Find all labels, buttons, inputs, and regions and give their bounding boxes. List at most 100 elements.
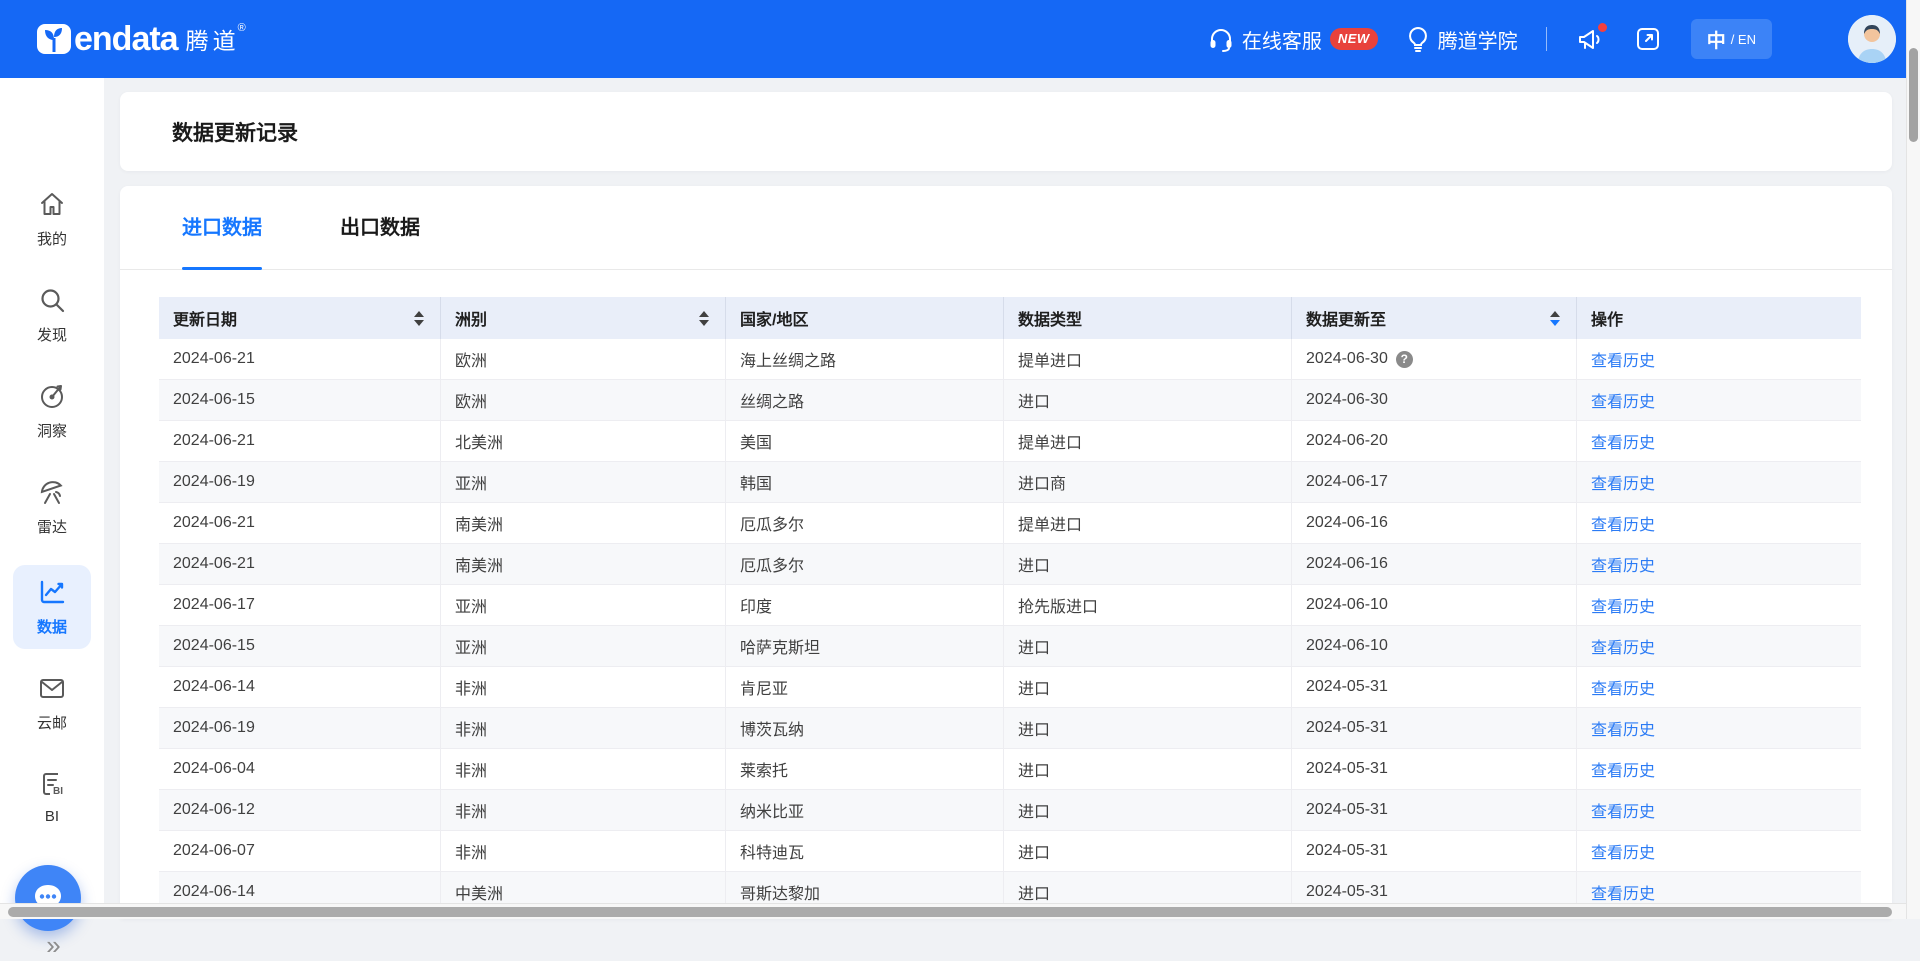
column-header-洲别[interactable]: 洲别	[441, 297, 726, 339]
tab-export-data[interactable]: 出口数据	[340, 186, 420, 270]
cell-text: 印度	[740, 593, 772, 617]
sidebar-item-label: 雷达	[13, 516, 91, 537]
sidebar-item-雷达[interactable]: 雷达	[13, 478, 91, 537]
view-history-link[interactable]: 查看历史	[1591, 552, 1655, 576]
view-history-link[interactable]: 查看历史	[1591, 675, 1655, 699]
cell-data-type: 进口	[1004, 790, 1292, 830]
cell-text: 2024-06-15	[173, 637, 255, 655]
cell-country: 哈萨克斯坦	[726, 626, 1004, 666]
column-header-更新日期[interactable]: 更新日期	[159, 297, 441, 339]
view-history-link[interactable]: 查看历史	[1591, 347, 1655, 371]
view-history-link[interactable]: 查看历史	[1591, 470, 1655, 494]
sidebar-item-label: BI	[13, 808, 91, 825]
fullscreen-button[interactable]	[1633, 24, 1663, 54]
cell-text: 欧洲	[455, 388, 487, 412]
table-row: 2024-06-04非洲莱索托进口2024-05-31查看历史	[159, 749, 1861, 790]
cell-country: 厄瓜多尔	[726, 544, 1004, 584]
view-history-link[interactable]: 查看历史	[1591, 634, 1655, 658]
cell-text: 中美洲	[455, 880, 503, 904]
cell-country: 科特迪瓦	[726, 831, 1004, 871]
logo-text-en: endata	[74, 20, 178, 59]
cell-text: 2024-06-17	[173, 596, 255, 614]
data-records-card: 进口数据 出口数据 更新日期洲别国家/地区数据类型数据更新至操作 2024-06…	[120, 186, 1892, 919]
cell-action: 查看历史	[1577, 503, 1861, 543]
cell-data-type: 进口	[1004, 626, 1292, 666]
cell-country: 印度	[726, 585, 1004, 625]
cell-text: 提单进口	[1018, 511, 1082, 535]
chat-support-button[interactable]	[15, 865, 81, 931]
cell-text: 纳米比亚	[740, 798, 804, 822]
sort-arrows[interactable]	[414, 311, 424, 326]
vertical-scrollbar-thumb[interactable]	[1909, 48, 1918, 142]
data-chart-icon	[38, 593, 66, 610]
sidebar-expand-chevrons[interactable]: »	[0, 930, 104, 961]
cell-text: 2024-06-10	[1306, 596, 1388, 614]
cell-updated-to: 2024-06-30?	[1292, 339, 1577, 379]
cell-action: 查看历史	[1577, 667, 1861, 707]
cell-data-type: 提单进口	[1004, 421, 1292, 461]
cell-text: 非洲	[455, 757, 487, 781]
cell-country: 韩国	[726, 462, 1004, 502]
cell-text: 丝绸之路	[740, 388, 804, 412]
cell-text: 2024-06-15	[173, 391, 255, 409]
cell-text: 2024-06-07	[173, 842, 255, 860]
cell-text: 肯尼亚	[740, 675, 788, 699]
cell-updated-to: 2024-06-10	[1292, 626, 1577, 666]
cell-text: 进口	[1018, 716, 1050, 740]
sidebar-item-我的[interactable]: 我的	[13, 190, 91, 249]
view-history-link[interactable]: 查看历史	[1591, 388, 1655, 412]
sidebar-item-BI[interactable]: BI BI	[13, 770, 91, 825]
cell-country: 莱索托	[726, 749, 1004, 789]
cell-text: 2024-06-21	[173, 432, 255, 450]
view-history-link[interactable]: 查看历史	[1591, 511, 1655, 535]
online-service-nav[interactable]: 在线客服 NEW	[1208, 25, 1378, 54]
expand-icon	[1635, 26, 1661, 52]
cell-text: 进口	[1018, 634, 1050, 658]
sort-arrows[interactable]	[1550, 311, 1560, 326]
academy-nav[interactable]: 腾道学院	[1406, 25, 1518, 54]
sort-ascending-icon	[699, 311, 709, 317]
home-icon	[38, 205, 66, 222]
sidebar-item-数据[interactable]: 数据	[13, 565, 91, 649]
cell-update-date: 2024-06-19	[159, 708, 441, 748]
announcement-button[interactable]	[1575, 24, 1605, 54]
cell-text: 2024-06-30	[1306, 391, 1388, 409]
view-history-link[interactable]: 查看历史	[1591, 757, 1655, 781]
sort-descending-icon	[1550, 320, 1560, 326]
cell-text: 2024-05-31	[1306, 719, 1388, 737]
cell-action: 查看历史	[1577, 380, 1861, 420]
horizontal-scrollbar-thumb[interactable]	[8, 907, 1892, 917]
view-history-link[interactable]: 查看历史	[1591, 716, 1655, 740]
view-history-link[interactable]: 查看历史	[1591, 839, 1655, 863]
cell-text: 亚洲	[455, 470, 487, 494]
sort-arrows[interactable]	[699, 311, 709, 326]
view-history-link[interactable]: 查看历史	[1591, 429, 1655, 453]
language-toggle[interactable]: 中 / EN	[1691, 19, 1772, 59]
view-history-link[interactable]: 查看历史	[1591, 798, 1655, 822]
tab-import-data[interactable]: 进口数据	[182, 186, 262, 270]
online-service-label: 在线客服	[1242, 25, 1322, 54]
cell-country: 纳米比亚	[726, 790, 1004, 830]
cell-continent: 非洲	[441, 749, 726, 789]
user-avatar[interactable]	[1848, 15, 1896, 63]
cell-text: 美国	[740, 429, 772, 453]
cell-updated-to: 2024-06-10	[1292, 585, 1577, 625]
help-tooltip-icon[interactable]: ?	[1396, 351, 1413, 368]
tendata-logo[interactable]: endata 腾道®	[36, 0, 250, 78]
sidebar-item-洞察[interactable]: 洞察	[13, 382, 91, 441]
cell-text: 非洲	[455, 839, 487, 863]
cell-data-type: 进口	[1004, 380, 1292, 420]
cell-updated-to: 2024-05-31	[1292, 667, 1577, 707]
logo-text-cn: 腾道®	[186, 22, 250, 56]
column-header-数据更新至[interactable]: 数据更新至	[1292, 297, 1577, 339]
sidebar-item-云邮[interactable]: 云邮	[13, 674, 91, 733]
insight-icon	[38, 397, 66, 414]
cell-action: 查看历史	[1577, 708, 1861, 748]
cell-continent: 北美洲	[441, 421, 726, 461]
bi-icon: BI	[38, 785, 66, 802]
sidebar-item-发现[interactable]: 发现	[13, 286, 91, 345]
view-history-link[interactable]: 查看历史	[1591, 880, 1655, 904]
view-history-link[interactable]: 查看历史	[1591, 593, 1655, 617]
table-row: 2024-06-14非洲肯尼亚进口2024-05-31查看历史	[159, 667, 1861, 708]
cell-update-date: 2024-06-15	[159, 380, 441, 420]
